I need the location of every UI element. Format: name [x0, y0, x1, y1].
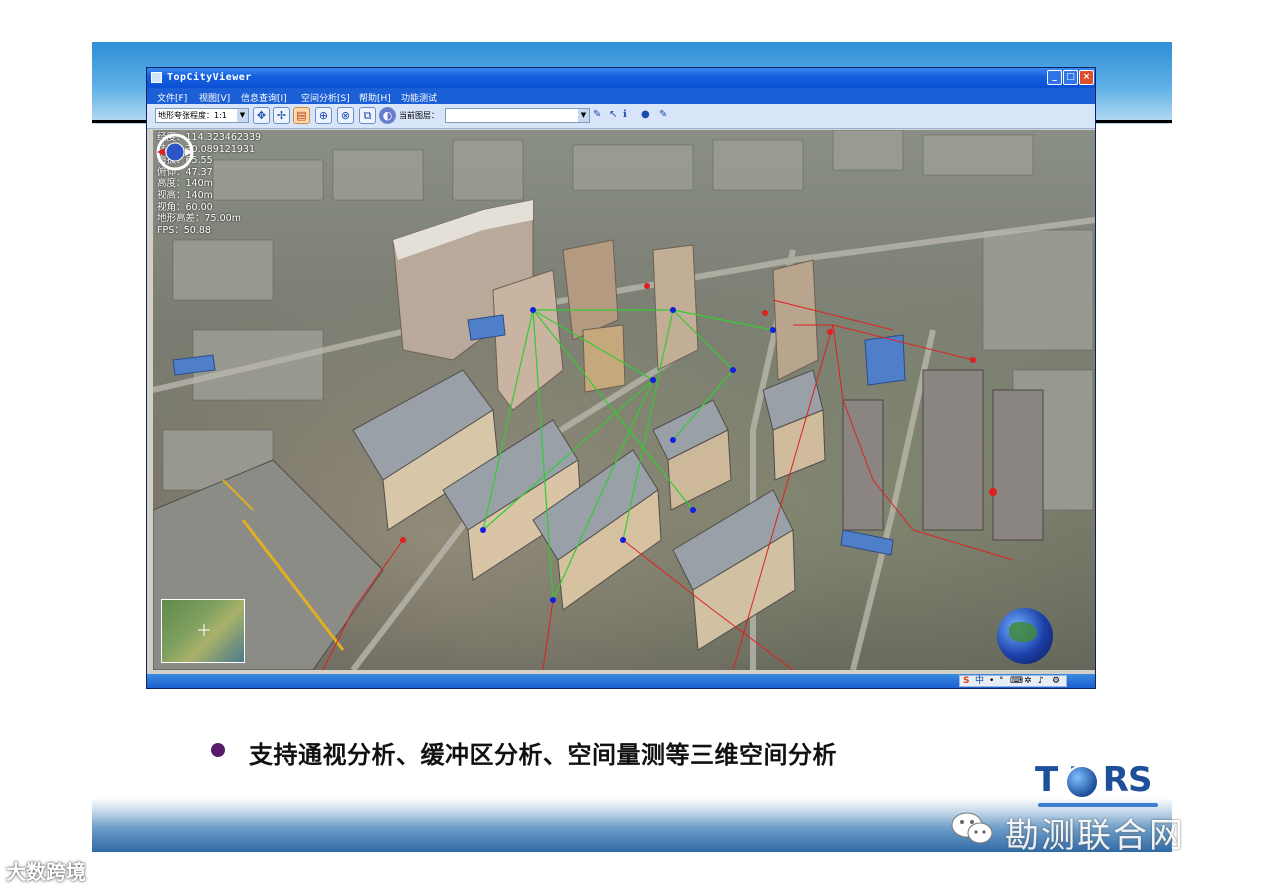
- readout-view-angle: 视角：60.00: [157, 201, 213, 213]
- toolbar: 地形夸张程度：1:1 ▼ ✥ ✢ ▤ ⊕ ⊗ ⧉ ◐ 当前图层： ▼ ✎ ↖ ℹ…: [147, 104, 1095, 129]
- slide-rule-right: [1095, 120, 1172, 123]
- document-icon[interactable]: ▤: [293, 107, 310, 124]
- sound-icon[interactable]: ♪: [1038, 676, 1044, 686]
- globe-icon[interactable]: ●: [641, 110, 650, 120]
- current-layer-label: 当前图层：: [399, 111, 439, 120]
- crosshair-icon: [198, 624, 210, 636]
- readout-view-height: 视高：140m: [157, 189, 213, 201]
- current-layer-select[interactable]: ▼: [445, 108, 590, 123]
- overview-minimap[interactable]: [161, 599, 245, 663]
- wechat-icon: [951, 812, 993, 844]
- pan-icon[interactable]: ✢: [273, 107, 290, 124]
- minimize-button[interactable]: _: [1047, 70, 1062, 85]
- 3d-city-viewport[interactable]: 经度：114.323462339 纬度：30.089121931 海拔：65.5…: [153, 130, 1095, 670]
- window-title: TopCityViewer: [167, 72, 252, 83]
- maximize-button[interactable]: □: [1063, 70, 1078, 85]
- chevron-down-icon: ▼: [578, 109, 589, 122]
- readout-terrain-diff: 地形高差：75.00m: [157, 213, 241, 225]
- pencil-icon[interactable]: ✎: [593, 110, 601, 120]
- corner-watermark: 大数跨境: [6, 860, 86, 884]
- fly-to-icon[interactable]: ✥: [253, 107, 270, 124]
- pointer-icon[interactable]: ↖: [609, 110, 617, 120]
- menu-bar: 文件[F] 视图[V] 信息查询[I] 空间分析[S] 帮助[H] 功能测试: [147, 88, 1095, 104]
- ime-dot-icon[interactable]: •: [989, 676, 994, 686]
- compass-icon[interactable]: [153, 130, 197, 174]
- readout-fps: FPS：50.88: [157, 224, 211, 236]
- info-pointer-icon[interactable]: ℹ: [623, 110, 627, 120]
- app-icon: [151, 72, 162, 83]
- menu-view[interactable]: 视图[V]: [199, 91, 230, 104]
- readout-height: 高度：140m: [157, 178, 213, 190]
- caption-bullet: [211, 743, 225, 757]
- settings-icon[interactable]: ⚙: [1052, 676, 1060, 686]
- city-scene: [153, 130, 1095, 670]
- globe-navigator-icon[interactable]: [997, 608, 1053, 664]
- menu-spatial-analysis[interactable]: 空间分析[S]: [301, 91, 350, 104]
- slide-rule-left: [92, 120, 148, 123]
- input-method-tray[interactable]: S 中 • ° ⌨ ✲ ♪ ⚙: [959, 675, 1067, 687]
- skin-icon[interactable]: ✲: [1024, 676, 1032, 686]
- terrain-scale-value: 地形夸张程度：1:1: [158, 111, 227, 120]
- menu-info-query[interactable]: 信息查询[I]: [241, 91, 287, 104]
- watermark-text: 勘测联合网: [1005, 816, 1185, 856]
- keyboard-icon[interactable]: ⌨: [1010, 676, 1023, 686]
- ime-chinese-icon[interactable]: 中: [975, 676, 984, 686]
- edit-icon[interactable]: ✎: [659, 110, 667, 120]
- menu-file[interactable]: 文件[F]: [157, 91, 187, 104]
- title-bar[interactable]: TopCityViewer _ □ ×: [147, 68, 1095, 88]
- layer-icon[interactable]: ⧉: [359, 107, 376, 124]
- logo-globe-icon: [1065, 765, 1099, 799]
- zoom-icon[interactable]: ⊗: [337, 107, 354, 124]
- menu-help[interactable]: 帮助[H]: [359, 91, 391, 104]
- globe-land: [1009, 622, 1037, 642]
- measure-icon[interactable]: ◐: [379, 107, 396, 124]
- terrain-scale-select[interactable]: 地形夸张程度：1:1 ▼: [155, 108, 249, 123]
- sogou-icon[interactable]: S: [963, 676, 969, 686]
- slide-caption: 支持通视分析、缓冲区分析、空间量测等三维空间分析: [249, 741, 837, 769]
- taskbar: S 中 • ° ⌨ ✲ ♪ ⚙: [147, 674, 1095, 688]
- app-window: TopCityViewer _ □ × 文件[F] 视图[V] 信息查询[I] …: [146, 67, 1096, 689]
- ime-punct-icon[interactable]: °: [999, 676, 1004, 686]
- chevron-down-icon: ▼: [237, 109, 248, 122]
- logo-swoosh: [1038, 803, 1158, 807]
- menu-function-test[interactable]: 功能测试: [401, 91, 437, 104]
- crosshair-icon[interactable]: ⊕: [315, 107, 332, 124]
- close-button[interactable]: ×: [1079, 70, 1094, 85]
